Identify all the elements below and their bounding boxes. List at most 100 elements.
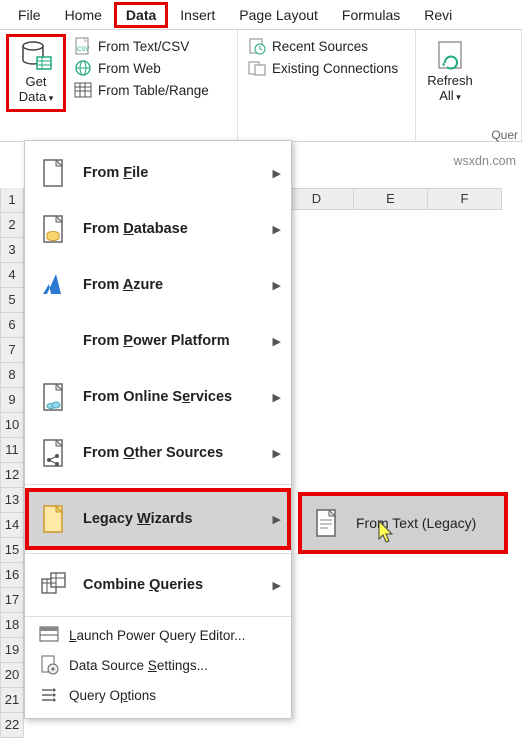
menu-query-options[interactable]: Query Options — [25, 680, 291, 710]
row-header[interactable]: 22 — [0, 713, 24, 738]
existing-connections-label: Existing Connections — [272, 61, 398, 76]
row-header[interactable]: 1 — [0, 188, 24, 213]
tab-insert[interactable]: Insert — [168, 2, 227, 27]
chevron-right-icon: ▶ — [273, 391, 281, 404]
refresh-all-label: RefreshAll — [427, 73, 473, 103]
from-web-label: From Web — [98, 61, 161, 76]
row-header[interactable]: 4 — [0, 263, 24, 288]
chevron-right-icon: ▶ — [273, 513, 281, 526]
ribbon-group-get-transform: GetData ▾ CSV From Text/CSV From Web Fro… — [0, 30, 238, 141]
watermark: wsxdn.com — [453, 154, 516, 168]
azure-icon — [39, 270, 69, 300]
chevron-right-icon: ▶ — [273, 447, 281, 460]
queries-group-label: Quer — [491, 128, 518, 142]
chevron-down-icon: ▾ — [454, 92, 461, 102]
row-header[interactable]: 17 — [0, 588, 24, 613]
menu-from-azure[interactable]: From Azure ▶ — [25, 257, 291, 313]
menu-from-azure-label: From Azure — [83, 277, 273, 293]
menu-from-database[interactable]: From Database ▶ — [25, 201, 291, 257]
row-header[interactable]: 5 — [0, 288, 24, 313]
combine-icon — [39, 570, 69, 600]
row-header[interactable]: 11 — [0, 438, 24, 463]
existing-connections-button[interactable]: Existing Connections — [244, 58, 402, 78]
refresh-icon — [433, 38, 467, 72]
chevron-right-icon: ▶ — [273, 579, 281, 592]
get-data-label: GetData — [19, 74, 47, 104]
row-header[interactable]: 19 — [0, 638, 24, 663]
menu-separator — [25, 616, 291, 617]
row-header[interactable]: 3 — [0, 238, 24, 263]
menu-launch-pqe-label: Launch Power Query Editor... — [69, 628, 281, 643]
row-header[interactable]: 20 — [0, 663, 24, 688]
menu-from-database-label: From Database — [83, 221, 273, 237]
menu-combine-queries[interactable]: Combine Queries ▶ — [25, 557, 291, 613]
power-platform-icon — [39, 326, 69, 356]
pqe-icon — [39, 625, 59, 645]
col-header-f[interactable]: F — [428, 188, 502, 210]
from-text-csv-button[interactable]: CSV From Text/CSV — [70, 36, 213, 56]
connections-icon — [248, 59, 266, 77]
other-sources-icon — [39, 438, 69, 468]
row-header[interactable]: 8 — [0, 363, 24, 388]
ribbon-tabs: File Home Data Insert Page Layout Formul… — [0, 0, 522, 30]
row-header[interactable]: 2 — [0, 213, 24, 238]
row-header[interactable]: 12 — [0, 463, 24, 488]
from-text-csv-label: From Text/CSV — [98, 39, 189, 54]
recent-sources-label: Recent Sources — [272, 39, 368, 54]
svg-text:CSV: CSV — [77, 47, 89, 53]
menu-data-source-settings-label: Data Source Settings... — [69, 658, 281, 673]
menu-legacy-wizards[interactable]: Legacy Wizards ▶ — [25, 488, 291, 550]
tab-review[interactable]: Revi — [412, 2, 464, 27]
settings-file-icon — [39, 655, 59, 675]
refresh-all-button[interactable]: RefreshAll ▾ — [422, 34, 478, 104]
row-header[interactable]: 10 — [0, 413, 24, 438]
ribbon-group-refresh: RefreshAll ▾ — [416, 30, 522, 141]
submenu-from-text-legacy-label: From Text (Legacy) — [356, 515, 476, 531]
row-header[interactable]: 13 — [0, 488, 24, 513]
menu-from-other-sources[interactable]: From Other Sources ▶ — [25, 425, 291, 481]
menu-from-file-label: From File — [83, 165, 273, 181]
file-icon — [39, 158, 69, 188]
database-icon — [19, 39, 53, 73]
tab-home[interactable]: Home — [53, 2, 114, 27]
tab-formulas[interactable]: Formulas — [330, 2, 412, 27]
get-data-button[interactable]: GetData ▾ — [6, 34, 66, 112]
chevron-right-icon: ▶ — [273, 335, 281, 348]
menu-launch-power-query-editor[interactable]: Launch Power Query Editor... — [25, 620, 291, 650]
submenu-from-text-legacy[interactable]: From Text (Legacy) — [298, 492, 508, 554]
row-header[interactable]: 16 — [0, 563, 24, 588]
menu-from-power-platform[interactable]: From Power Platform ▶ — [25, 313, 291, 369]
menu-from-power-platform-label: From Power Platform — [83, 333, 273, 349]
from-table-range-label: From Table/Range — [98, 83, 209, 98]
options-icon — [39, 685, 59, 705]
col-header-e[interactable]: E — [354, 188, 428, 210]
menu-from-online-services[interactable]: From Online Services ▶ — [25, 369, 291, 425]
menu-from-file[interactable]: From File ▶ — [25, 145, 291, 201]
menu-legacy-wizards-label: Legacy Wizards — [83, 511, 273, 527]
menu-from-online-services-label: From Online Services — [83, 389, 273, 405]
table-icon — [74, 81, 92, 99]
get-data-menu: From File ▶ From Database ▶ From Azure ▶… — [24, 140, 292, 719]
row-header[interactable]: 14 — [0, 513, 24, 538]
row-header[interactable]: 18 — [0, 613, 24, 638]
menu-combine-queries-label: Combine Queries — [83, 577, 273, 593]
tab-data[interactable]: Data — [114, 2, 168, 28]
database-icon — [39, 214, 69, 244]
tab-file[interactable]: File — [6, 2, 53, 27]
cloud-file-icon — [39, 382, 69, 412]
from-web-button[interactable]: From Web — [70, 58, 213, 78]
legacy-file-icon — [39, 504, 69, 534]
chevron-right-icon: ▶ — [273, 223, 281, 236]
chevron-right-icon: ▶ — [273, 279, 281, 292]
text-file-icon — [312, 508, 342, 538]
row-header[interactable]: 15 — [0, 538, 24, 563]
row-header[interactable]: 21 — [0, 688, 24, 713]
from-table-range-button[interactable]: From Table/Range — [70, 80, 213, 100]
recent-sources-button[interactable]: Recent Sources — [244, 36, 402, 56]
tab-page-layout[interactable]: Page Layout — [227, 2, 330, 27]
menu-data-source-settings[interactable]: Data Source Settings... — [25, 650, 291, 680]
row-header[interactable]: 7 — [0, 338, 24, 363]
row-header[interactable]: 9 — [0, 388, 24, 413]
ribbon: GetData ▾ CSV From Text/CSV From Web Fro… — [0, 30, 522, 142]
row-header[interactable]: 6 — [0, 313, 24, 338]
